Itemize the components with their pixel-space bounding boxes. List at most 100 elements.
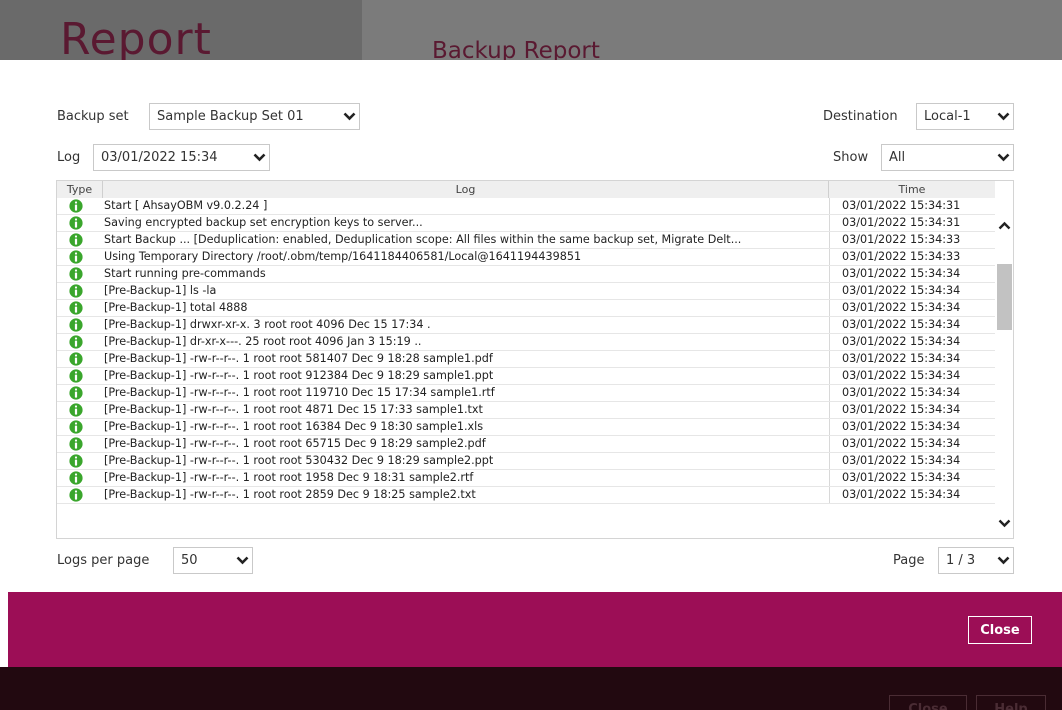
page-select[interactable]: 1 / 3 — [938, 547, 1014, 574]
backup-report-dialog: Backup set Sample Backup Set 01 Destinat… — [8, 60, 1062, 667]
destination-select[interactable]: Local-1 — [916, 103, 1014, 130]
backup-set-label: Backup set — [57, 109, 129, 124]
log-message: Using Temporary Directory /root/.obm/tem… — [104, 250, 582, 263]
info-icon — [69, 488, 83, 502]
chevron-down-icon — [249, 153, 269, 162]
log-time: 03/01/2022 15:34:34 — [829, 385, 995, 401]
log-time: 03/01/2022 15:34:34 — [829, 334, 995, 350]
log-table-scrollbar[interactable] — [995, 181, 1013, 538]
log-time: 03/01/2022 15:34:34 — [829, 300, 995, 316]
background-close-button: Close — [889, 695, 967, 710]
log-message: [Pre-Backup-1] drwxr-xr-x. 3 root root 4… — [104, 318, 431, 331]
table-row[interactable]: [Pre-Backup-1] -rw-r--r--. 1 root root 9… — [57, 368, 995, 385]
log-date-value: 03/01/2022 15:34 — [101, 150, 218, 165]
close-button[interactable]: Close — [968, 616, 1032, 644]
background-header: Report Backup Report — [0, 0, 1062, 65]
info-icon — [69, 420, 83, 434]
info-icon — [69, 250, 83, 264]
table-row[interactable]: Start [ AhsayOBM v9.0.2.24 ] 03/01/2022 1… — [57, 198, 995, 215]
table-row[interactable]: Using Temporary Directory /root/.obm/tem… — [57, 249, 995, 266]
info-icon — [69, 267, 83, 281]
log-time: 03/01/2022 15:34:34 — [829, 470, 995, 486]
logs-per-page-label: Logs per page — [57, 553, 150, 568]
table-row[interactable]: Saving encrypted backup set encryption k… — [57, 215, 995, 232]
page-label: Page — [893, 553, 925, 568]
info-icon — [69, 284, 83, 298]
log-time: 03/01/2022 15:34:34 — [829, 317, 995, 333]
table-row[interactable]: [Pre-Backup-1] -rw-r--r--. 1 root root 4… — [57, 402, 995, 419]
table-row[interactable]: [Pre-Backup-1] -rw-r--r--. 1 root root 1… — [57, 470, 995, 487]
scroll-down-icon[interactable] — [998, 519, 1011, 528]
logs-per-page-select[interactable]: 50 — [173, 547, 253, 574]
log-table-body: Start [ AhsayOBM v9.0.2.24 ] 03/01/2022 1… — [57, 198, 995, 504]
info-icon — [69, 318, 83, 332]
info-icon — [69, 386, 83, 400]
log-time: 03/01/2022 15:34:34 — [829, 351, 995, 367]
table-row[interactable]: [Pre-Backup-1] -rw-r--r--. 1 root root 6… — [57, 436, 995, 453]
log-message: [Pre-Backup-1] total 4888 — [104, 301, 248, 314]
log-message: Start [ AhsayOBM v9.0.2.24 ] — [104, 199, 268, 212]
chevron-down-icon — [993, 556, 1013, 565]
log-message: Saving encrypted backup set encryption k… — [104, 216, 423, 229]
scrollbar-thumb[interactable] — [997, 264, 1012, 330]
log-time: 03/01/2022 15:34:34 — [829, 419, 995, 435]
info-icon — [69, 437, 83, 451]
log-time: 03/01/2022 15:34:34 — [829, 436, 995, 452]
log-message: [Pre-Backup-1] -rw-r--r--. 1 root root 6… — [104, 437, 486, 450]
log-time: 03/01/2022 15:34:34 — [829, 283, 995, 299]
log-message: [Pre-Backup-1] -rw-r--r--. 1 root root 5… — [104, 454, 494, 467]
log-time: 03/01/2022 15:34:34 — [829, 487, 995, 503]
log-table: Type Log Time Start [ AhsayOBM v9.0.2.24… — [56, 180, 1014, 539]
logs-per-page-value: 50 — [181, 553, 198, 568]
info-icon — [69, 335, 83, 349]
table-row[interactable]: [Pre-Backup-1] total 4888 03/01/2022 15:3… — [57, 300, 995, 317]
table-row[interactable]: [Pre-Backup-1] drwxr-xr-x. 3 root root 4… — [57, 317, 995, 334]
destination-label: Destination — [823, 109, 898, 124]
chevron-down-icon — [993, 153, 1013, 162]
column-header-time[interactable]: Time — [829, 181, 995, 198]
column-header-log[interactable]: Log — [103, 181, 829, 198]
log-message: [Pre-Backup-1] ls -la — [104, 284, 217, 297]
backup-set-select[interactable]: Sample Backup Set 01 — [149, 103, 360, 130]
table-row[interactable]: [Pre-Backup-1] dr-xr-x---. 25 root root … — [57, 334, 995, 351]
table-row[interactable]: [Pre-Backup-1] -rw-r--r--. 1 root root 1… — [57, 385, 995, 402]
chevron-down-icon — [339, 112, 359, 121]
info-icon — [69, 369, 83, 383]
info-icon — [69, 471, 83, 485]
log-message: [Pre-Backup-1] -rw-r--r--. 1 root root 1… — [104, 471, 474, 484]
log-date-select[interactable]: 03/01/2022 15:34 — [93, 144, 270, 171]
table-row[interactable]: [Pre-Backup-1] -rw-r--r--. 1 root root 5… — [57, 453, 995, 470]
log-time: 03/01/2022 15:34:34 — [829, 453, 995, 469]
log-message: [Pre-Backup-1] -rw-r--r--. 1 root root 1… — [104, 420, 484, 433]
log-time: 03/01/2022 15:34:33 — [829, 232, 995, 248]
log-time: 03/01/2022 15:34:34 — [829, 266, 995, 282]
destination-value: Local-1 — [924, 109, 971, 124]
log-message: Start running pre-commands — [104, 267, 266, 280]
info-icon — [69, 454, 83, 468]
log-message: [Pre-Backup-1] -rw-r--r--. 1 root root 1… — [104, 386, 495, 399]
log-time: 03/01/2022 15:34:34 — [829, 402, 995, 418]
log-message: [Pre-Backup-1] -rw-r--r--. 1 root root 4… — [104, 403, 483, 416]
table-row[interactable]: Start Backup ... [Deduplication: enabled… — [57, 232, 995, 249]
info-icon — [69, 301, 83, 315]
log-message: [Pre-Backup-1] dr-xr-x---. 25 root root … — [104, 335, 422, 348]
table-row[interactable]: [Pre-Backup-1] -rw-r--r--. 1 root root 5… — [57, 351, 995, 368]
table-row[interactable]: [Pre-Backup-1] ls -la 03/01/2022 15:34:34 — [57, 283, 995, 300]
log-message: [Pre-Backup-1] -rw-r--r--. 1 root root 9… — [104, 369, 494, 382]
show-filter-select[interactable]: All — [881, 144, 1014, 171]
column-header-type[interactable]: Type — [57, 181, 103, 198]
show-filter-value: All — [889, 150, 906, 165]
show-label: Show — [833, 150, 869, 165]
log-time: 03/01/2022 15:34:31 — [829, 198, 995, 214]
table-row[interactable]: [Pre-Backup-1] -rw-r--r--. 1 root root 2… — [57, 487, 995, 504]
log-message: Start Backup ... [Deduplication: enabled… — [104, 233, 742, 246]
info-icon — [69, 199, 83, 213]
log-time: 03/01/2022 15:34:34 — [829, 368, 995, 384]
info-icon — [69, 216, 83, 230]
log-time: 03/01/2022 15:34:33 — [829, 249, 995, 265]
table-row[interactable]: Start running pre-commands 03/01/2022 15:… — [57, 266, 995, 283]
chevron-down-icon — [993, 112, 1013, 121]
scroll-up-icon[interactable] — [998, 221, 1011, 230]
table-row[interactable]: [Pre-Backup-1] -rw-r--r--. 1 root root 1… — [57, 419, 995, 436]
background-help-button: Help — [976, 695, 1046, 710]
